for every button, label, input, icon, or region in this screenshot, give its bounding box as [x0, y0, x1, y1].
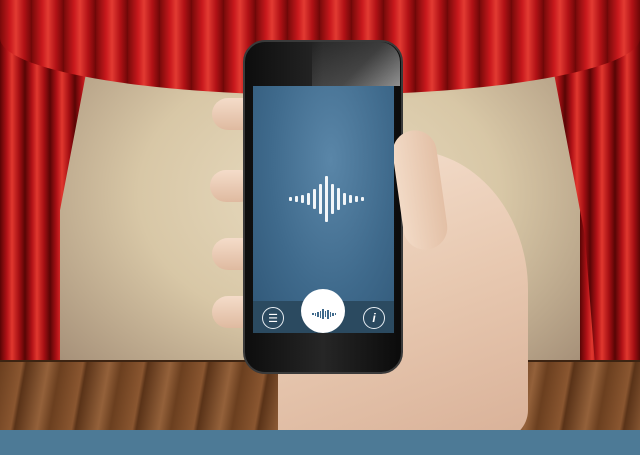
waveform-bar: [355, 196, 358, 202]
waveform-bar: [331, 184, 334, 214]
record-waveform-icon: [312, 309, 336, 319]
waveform-bar: [361, 197, 364, 201]
waveform-bar: [319, 184, 322, 214]
screen-glare: [312, 42, 400, 86]
info-icon: i: [372, 311, 376, 325]
list-icon: ☰: [268, 312, 278, 325]
waveform-bar: [337, 188, 340, 210]
waveform-bar: [295, 196, 298, 202]
waveform-icon: [289, 174, 365, 224]
app-screen: ☰ i: [253, 86, 394, 333]
record-waveform-bar: [312, 313, 314, 315]
record-waveform-bar: [334, 313, 336, 315]
record-waveform-bar: [324, 311, 326, 317]
record-waveform-bar: [329, 311, 331, 317]
bottom-toolbar: ☰ i: [253, 289, 394, 333]
info-button[interactable]: i: [363, 307, 385, 329]
record-button[interactable]: [301, 289, 345, 333]
waveform-bar: [325, 176, 328, 222]
record-waveform-bar: [317, 311, 319, 317]
waveform-bar: [349, 195, 352, 203]
waveform-bar: [307, 193, 310, 205]
waveform-bar: [289, 197, 292, 201]
record-waveform-bar: [327, 309, 329, 319]
list-button[interactable]: ☰: [262, 307, 284, 329]
waveform-bar: [301, 195, 304, 203]
footer-bar: [0, 430, 640, 455]
waveform-bar: [313, 189, 316, 209]
waveform-bar: [343, 193, 346, 205]
record-waveform-bar: [322, 309, 324, 319]
record-waveform-bar: [314, 312, 316, 316]
record-waveform-bar: [319, 310, 321, 318]
record-waveform-bar: [332, 312, 334, 316]
